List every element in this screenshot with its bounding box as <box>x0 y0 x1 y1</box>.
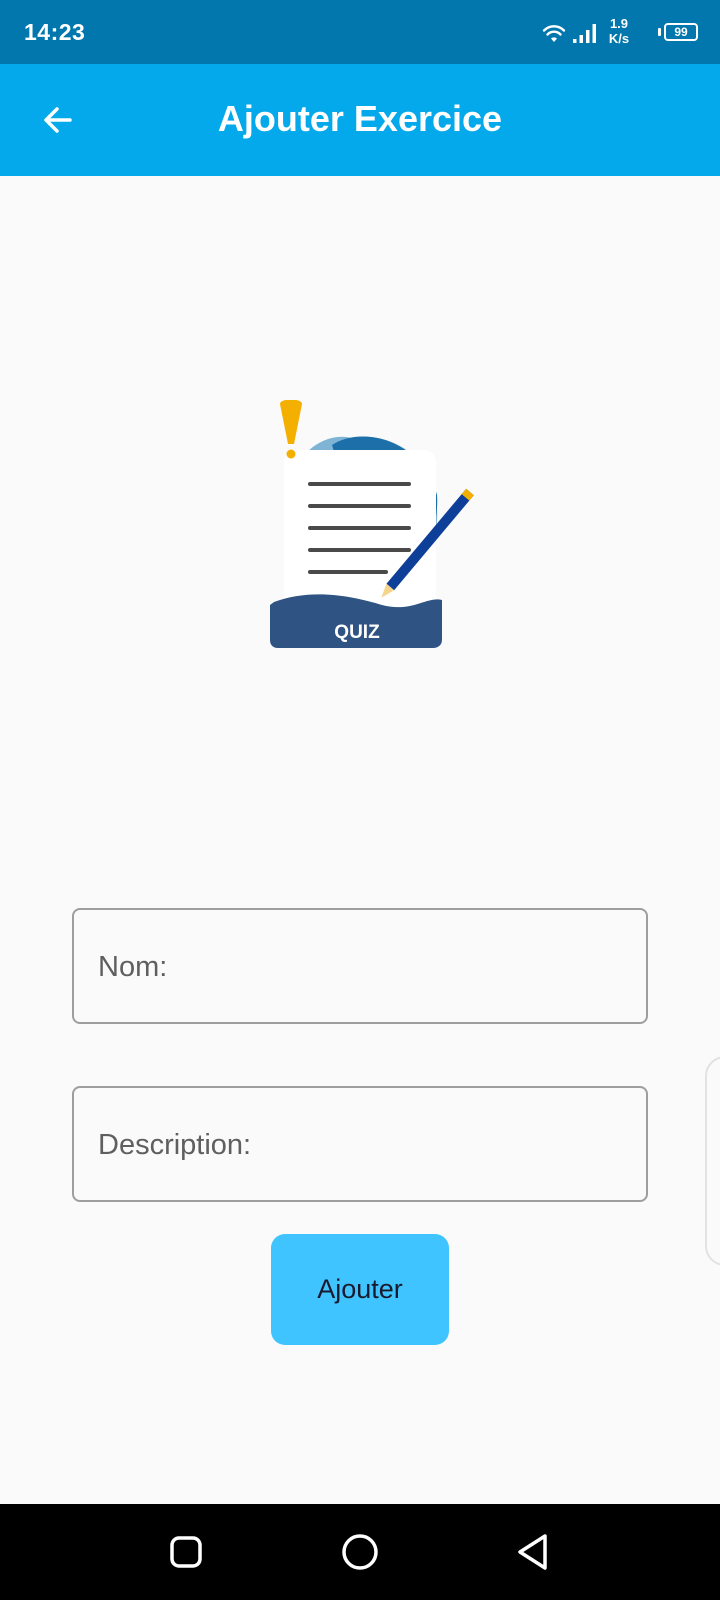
wifi-icon <box>542 25 566 42</box>
recents-square-icon[interactable] <box>164 1530 208 1574</box>
status-bar: 14:23 1.9 K/s 99 <box>0 0 720 64</box>
network-speed-value: 1.9 <box>609 16 629 31</box>
description-input[interactable] <box>96 1088 630 1202</box>
battery-icon: 99 <box>664 23 698 41</box>
edge-panel-handle[interactable] <box>705 1056 720 1266</box>
quiz-clipboard-illustration: QUIZ <box>270 400 474 648</box>
quiz-badge-text: QUIZ <box>334 622 380 643</box>
home-circle-icon[interactable] <box>338 1530 382 1574</box>
back-triangle-icon[interactable] <box>512 1530 556 1574</box>
signal-icon <box>573 24 596 43</box>
status-icons: 1.9 K/s 99 <box>528 16 698 48</box>
network-speed-unit: K/s <box>608 31 630 46</box>
description-field[interactable] <box>72 1086 648 1202</box>
page-title: Ajouter Exercice <box>217 98 503 139</box>
screen: 14:23 1.9 K/s 99 Ajouter Exercice QUIZ N… <box>0 0 720 1600</box>
system-nav-bar <box>0 1504 720 1600</box>
battery-cap <box>658 28 661 36</box>
status-time: 14:23 <box>24 19 86 45</box>
network-speed: 1.9 K/s <box>604 16 634 46</box>
name-field[interactable] <box>72 908 648 1024</box>
battery-level: 99 <box>674 25 688 39</box>
add-button[interactable]: Ajouter <box>271 1234 449 1345</box>
app-bar: Ajouter Exercice <box>0 64 720 176</box>
name-input[interactable] <box>96 910 630 1024</box>
